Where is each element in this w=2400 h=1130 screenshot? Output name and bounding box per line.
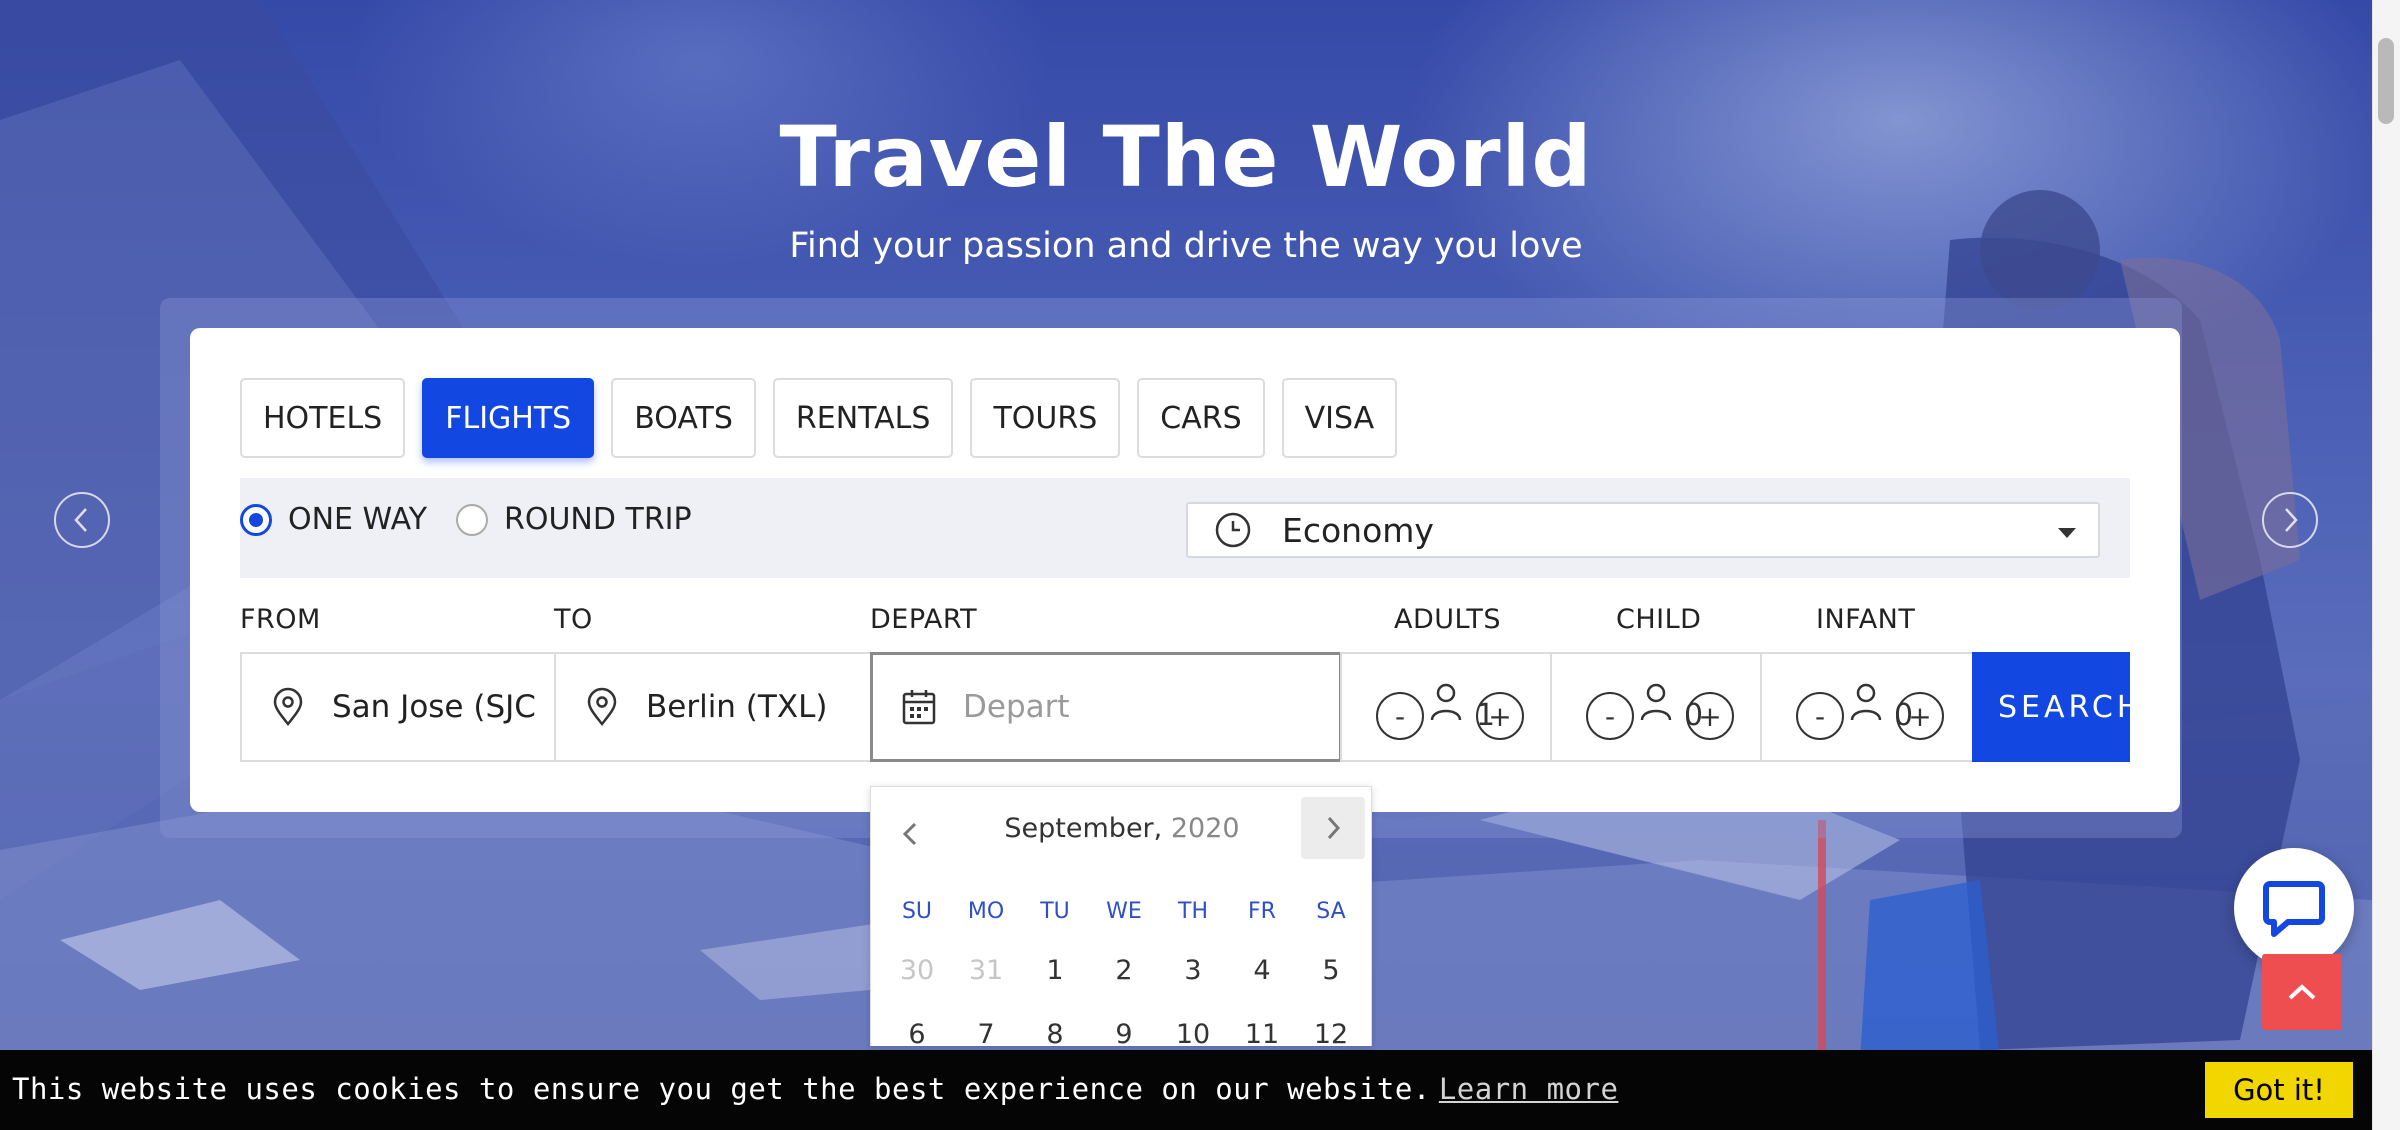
- cabin-class-select[interactable]: Economy: [1186, 502, 2100, 558]
- tab-boats[interactable]: BOATS: [611, 378, 756, 458]
- scrollbar-thumb[interactable]: [2378, 38, 2394, 124]
- weekday-label: WE: [1106, 899, 1142, 924]
- learn-more-link[interactable]: Learn more: [1439, 1072, 1619, 1106]
- infant-plus-button[interactable]: +: [1896, 692, 1944, 740]
- calendar-day[interactable]: 7: [956, 1019, 1016, 1046]
- radio-round-trip[interactable]: ROUND TRIP: [456, 502, 692, 537]
- adults-label: ADULTS: [1394, 604, 1501, 635]
- calendar-month-year: September, 2020: [871, 813, 1371, 844]
- calendar-day[interactable]: 9: [1094, 1019, 1154, 1046]
- cookie-banner: This website uses cookies to ensure you …: [0, 1050, 2372, 1130]
- calendar-day[interactable]: 5: [1301, 955, 1361, 986]
- calendar-day-outside-month: 30: [899, 955, 935, 986]
- tab-visa[interactable]: VISA: [1281, 378, 1398, 458]
- to-value: Berlin (TXL): [646, 689, 828, 725]
- trip-options-bar: ONE WAY ROUND TRIP Economy: [240, 478, 2130, 578]
- hero-subtitle: Find your passion and drive the way you …: [789, 226, 1583, 266]
- child-counter: - 0 +: [1550, 652, 1762, 762]
- calendar-icon: [902, 690, 936, 725]
- person-icon: [1430, 683, 1462, 721]
- radio-one-way-label: ONE WAY: [288, 502, 428, 537]
- live-chat-button[interactable]: [2234, 848, 2354, 968]
- calendar-month: September,: [1004, 813, 1163, 844]
- cookie-message-text: This website uses cookies to ensure you …: [12, 1072, 1431, 1106]
- location-pin-icon: [587, 687, 617, 727]
- calendar-day[interactable]: 11: [1232, 1019, 1292, 1046]
- radio-indicator[interactable]: [456, 503, 488, 536]
- from-label: FROM: [240, 604, 321, 635]
- calendar-day[interactable]: 1: [1025, 955, 1085, 986]
- from-field[interactable]: San Jose (SJC: [240, 652, 556, 762]
- calendar-day[interactable]: 12: [1301, 1019, 1361, 1046]
- chevron-left-icon: [74, 508, 87, 532]
- chevron-right-icon: [1327, 816, 1341, 840]
- to-label: TO: [554, 604, 593, 635]
- scroll-to-top-button[interactable]: [2262, 954, 2342, 1030]
- hero-title: Travel The World: [779, 108, 1593, 206]
- calendar-day[interactable]: 2: [1094, 955, 1154, 986]
- to-field[interactable]: Berlin (TXL): [554, 652, 872, 762]
- child-plus-button[interactable]: +: [1686, 692, 1734, 740]
- chevron-right-icon: [2285, 508, 2298, 532]
- from-value: San Jose (SJC: [332, 689, 536, 725]
- child-label: CHILD: [1616, 604, 1702, 635]
- depart-label: DEPART: [870, 604, 978, 635]
- page-scrollbar[interactable]: [2372, 0, 2400, 1130]
- calendar-day[interactable]: 4: [1232, 955, 1292, 986]
- tab-tours[interactable]: TOURS: [970, 378, 1121, 458]
- adults-plus-button[interactable]: +: [1476, 692, 1524, 740]
- tab-cars[interactable]: CARS: [1137, 378, 1265, 458]
- infant-counter: - 0 +: [1760, 652, 1974, 762]
- datepicker-popup: September, 2020 SU MO TU WE TH FR SA 30 …: [870, 786, 1372, 1046]
- search-button[interactable]: SEARCH: [1972, 652, 2130, 762]
- chevron-down-icon: [2058, 528, 2076, 538]
- tab-rentals[interactable]: RENTALS: [772, 378, 954, 458]
- infant-minus-button[interactable]: -: [1796, 692, 1844, 740]
- tab-hotels[interactable]: HOTELS: [240, 378, 406, 458]
- clock-icon: [1215, 512, 1251, 548]
- weekday-label: TH: [1178, 899, 1208, 924]
- cabin-class-value: Economy: [1282, 510, 1434, 550]
- calendar-day[interactable]: 6: [887, 1019, 947, 1046]
- person-icon: [1640, 683, 1672, 721]
- person-icon: [1850, 683, 1882, 721]
- slider-next-button[interactable]: [2262, 492, 2318, 548]
- radio-selected-indicator[interactable]: [240, 503, 272, 536]
- calendar-day[interactable]: 10: [1163, 1019, 1223, 1046]
- weekday-label: MO: [967, 899, 1005, 924]
- weekday-label: SA: [1316, 899, 1346, 924]
- depart-date-input[interactable]: Depart: [870, 652, 1342, 762]
- cookie-message: This website uses cookies to ensure you …: [12, 1072, 1618, 1106]
- calendar-day-outside-month: 31: [968, 955, 1004, 986]
- weekday-label: SU: [901, 899, 933, 924]
- radio-round-trip-label: ROUND TRIP: [504, 502, 692, 537]
- calendar-day[interactable]: 8: [1025, 1019, 1085, 1046]
- calendar-next-month-button[interactable]: [1301, 797, 1365, 859]
- adults-counter: - 1 +: [1340, 652, 1552, 762]
- search-tabs: HOTELS FLIGHTS BOATS RENTALS TOURS CARS …: [240, 378, 1398, 458]
- calendar-day[interactable]: 3: [1163, 955, 1223, 986]
- tab-flights[interactable]: FLIGHTS: [422, 378, 595, 458]
- slider-prev-button[interactable]: [54, 492, 110, 548]
- depart-placeholder: Depart: [963, 689, 1070, 725]
- location-pin-icon: [273, 687, 303, 727]
- infant-label: INFANT: [1816, 604, 1916, 635]
- chat-bubble-icon: [2263, 881, 2325, 937]
- child-minus-button[interactable]: -: [1586, 692, 1634, 740]
- cookie-accept-button[interactable]: Got it!: [2205, 1062, 2353, 1118]
- calendar-year: 2020: [1170, 813, 1240, 844]
- adults-minus-button[interactable]: -: [1376, 692, 1424, 740]
- radio-one-way[interactable]: ONE WAY: [240, 502, 427, 537]
- weekday-label: FR: [1248, 899, 1276, 924]
- weekday-label: TU: [1040, 899, 1070, 924]
- chevron-up-icon: [2288, 984, 2316, 1000]
